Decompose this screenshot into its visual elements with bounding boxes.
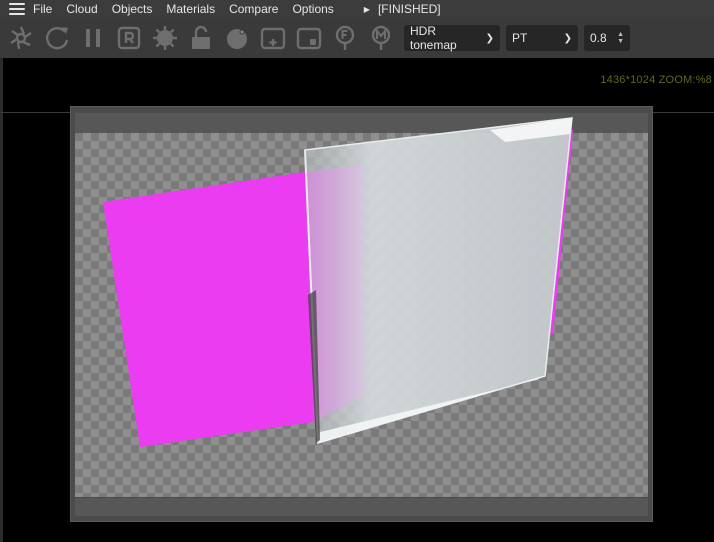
menu-bar: File Cloud Objects Materials Compare Opt… [0,0,714,18]
exposure-stepper[interactable]: 0.8 ▲ ▼ [584,25,630,51]
menu-options[interactable]: Options [292,0,333,18]
unlock-icon[interactable] [186,23,216,53]
frame-band-bottom [75,498,648,516]
chevron-down-icon: ❯ [563,32,572,44]
chevron-down-icon: ❯ [485,32,494,44]
menu-file[interactable]: File [33,0,52,18]
menu-materials[interactable]: Materials [166,0,215,18]
frame-icon[interactable] [294,23,324,53]
transparency-checkerboard [75,133,648,497]
add-frame-icon[interactable] [258,23,288,53]
render-status: [FINISHED] [377,2,441,16]
refresh-icon[interactable] [42,23,72,53]
material-pick-icon[interactable] [366,23,396,53]
toolbar: HDR tonemap ❯ PT ❯ 0.8 ▲ ▼ [0,18,714,58]
region-icon[interactable] [114,23,144,53]
hamburger-menu-icon[interactable] [9,3,25,15]
viewport-left-edge [0,58,3,542]
mode-select[interactable]: PT ❯ [506,25,578,51]
stepper-arrows-icon[interactable]: ▲ ▼ [617,31,624,45]
tonemap-select[interactable]: HDR tonemap ❯ [404,24,500,52]
menu-compare[interactable]: Compare [229,0,278,18]
menu-cloud[interactable]: Cloud [66,0,97,18]
resolution-readout: 1436*1024 ZOOM:%8 [600,74,712,86]
play-icon[interactable]: ▶ [364,5,370,14]
frame-band-top [75,113,648,133]
exposure-value: 0.8 [590,31,607,45]
aperture-icon[interactable] [6,23,36,53]
sphere-icon[interactable] [222,23,252,53]
render-window: File Cloud Objects Materials Compare Opt… [0,0,714,542]
tonemap-value: HDR tonemap [410,24,457,52]
mode-value: PT [512,31,528,45]
render-frame[interactable] [70,106,653,522]
settings-gear-icon[interactable] [150,23,180,53]
pause-icon[interactable] [78,23,108,53]
menu-objects[interactable]: Objects [112,0,153,18]
focus-pick-icon[interactable] [330,23,360,53]
